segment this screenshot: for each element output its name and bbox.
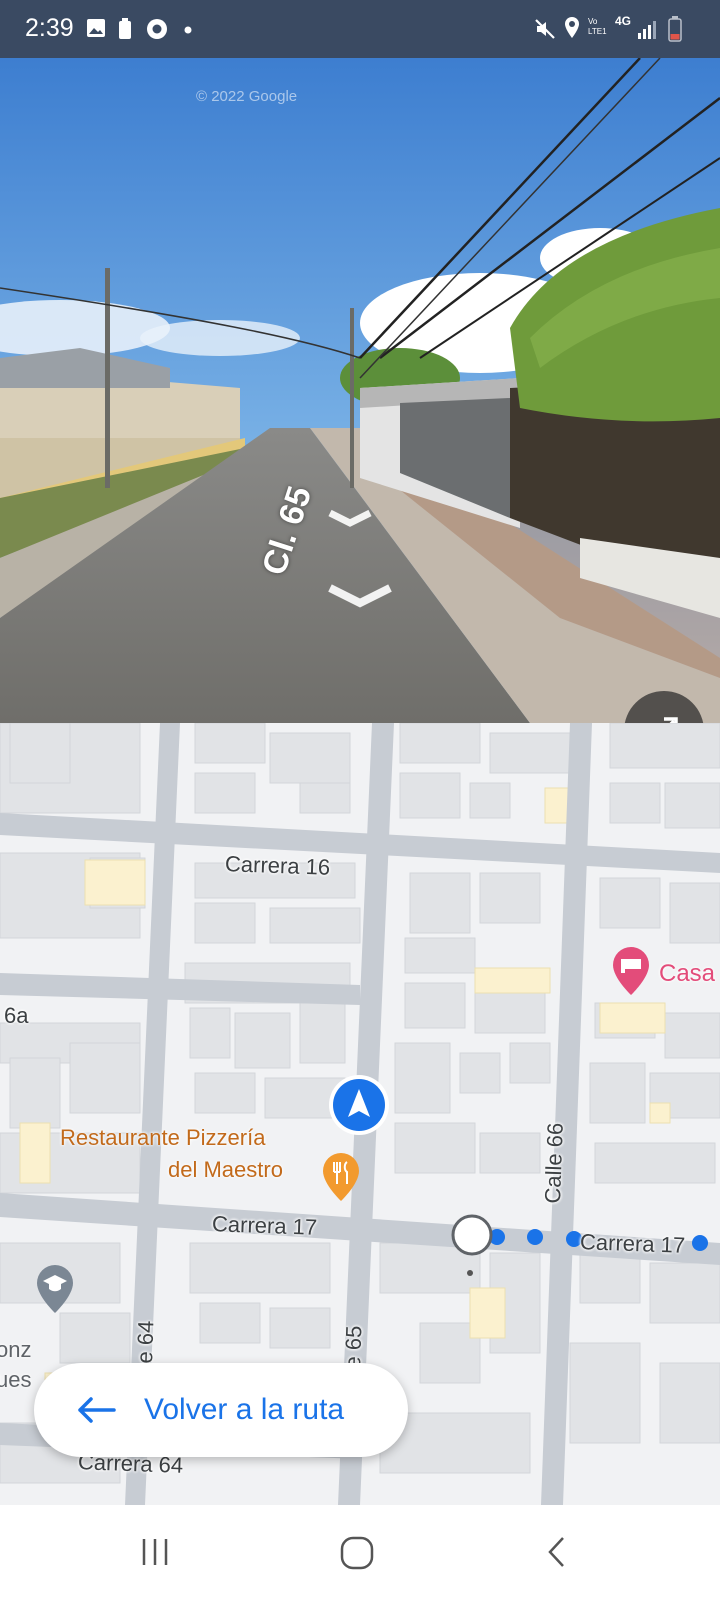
street-view-position-marker[interactable] [450,1213,494,1257]
system-nav-bar [0,1505,720,1600]
recents-icon[interactable] [138,1535,172,1569]
expand-icon [664,717,678,723]
street-label-carrera-17-right: Carrera 17 [579,1229,686,1258]
street-label-carrera-16: Carrera 16 [224,851,331,880]
street-label-calle-66: Calle 66 [540,1122,568,1204]
expand-button[interactable] [624,691,704,723]
location-icon [565,17,579,38]
google-watermark: © 2022 Google [196,88,298,105]
battery-icon [668,16,682,42]
restaurant-pin-icon[interactable] [320,1151,362,1203]
back-to-route-button[interactable]: Volver a la ruta [34,1363,408,1457]
chrome-icon [147,19,167,39]
poi-school-label-line2[interactable]: ues [0,1365,31,1395]
battery-saver-icon [119,18,131,39]
poi-hotel-label[interactable]: Casa [659,959,715,989]
poi-restaurant-label-line2[interactable]: del Maestro [168,1155,283,1185]
navigation-arrow-icon [329,1075,389,1135]
poi-restaurant-label-line1[interactable]: Restaurante Pizzería [60,1123,265,1153]
4g-icon: 4G [615,14,632,28]
street-view-image[interactable] [0,58,720,723]
volte-icon: Vo LTE1 [588,17,607,36]
image-icon [87,19,105,37]
status-bar: 2:39 Vo LTE1 4G [0,0,720,58]
home-icon[interactable] [339,1535,375,1571]
hotel-pin-icon[interactable] [610,945,652,997]
signal-icon [638,21,656,39]
street-label-carrera-17: Carrera 17 [211,1211,318,1240]
street-view-panel[interactable]: © 2022 Google Cl. 65 [0,58,720,723]
status-time: 2:39 [25,14,74,42]
mute-icon [535,19,555,39]
back-to-route-label: Volver a la ruta [144,1393,345,1426]
arrow-left-icon [78,1397,116,1423]
school-pin-icon[interactable] [34,1263,76,1315]
poi-school-label-line1[interactable]: onz [0,1335,31,1365]
street-label-calle-66a: 6a [4,1003,29,1028]
street-label-calle-64: e 64 [132,1320,159,1364]
back-icon[interactable] [545,1535,569,1569]
dot-icon [184,26,192,34]
